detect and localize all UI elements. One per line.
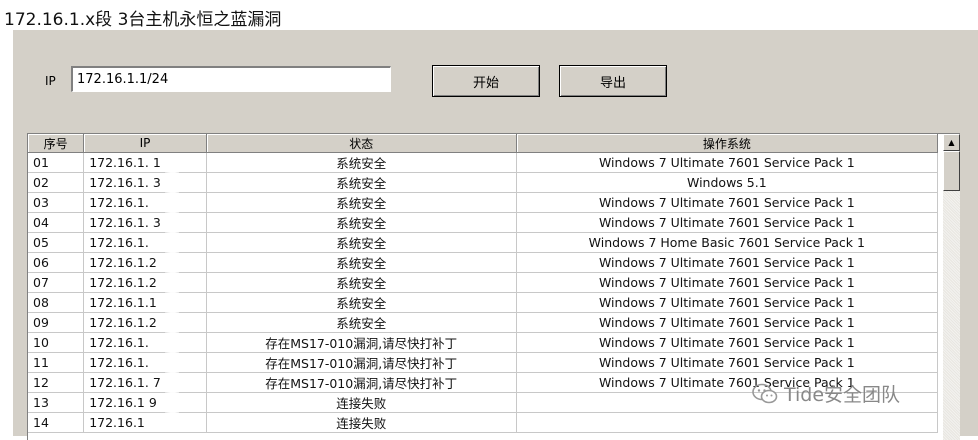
vertical-scrollbar[interactable]: ▲ [943,134,960,440]
cell-os [516,412,939,433]
cell-os: Windows 7 Ultimate 7601 Service Pack 1 [516,212,939,233]
cell-os: Windows 5.1 [516,172,939,193]
start-button[interactable]: 开始 [432,65,540,97]
cell-no: 14 [28,412,85,433]
cell-no: 08 [28,292,85,313]
cell-ip: 172.16.1 9 [83,392,207,413]
column-header-no[interactable]: 序号 [28,134,85,153]
page-title: 172.16.1.x段 3台主机永恒之蓝漏洞 [4,10,282,30]
cell-os: Windows 7 Ultimate 7601 Service Pack 1 [516,152,939,173]
cell-ip: 172.16.1 [83,412,207,433]
cell-status: 系统安全 [206,172,517,193]
cell-status: 系统安全 [206,272,517,293]
cell-os: Windows 7 Home Basic 7601 Service Pack 1 [516,232,939,253]
scroll-thumb[interactable] [943,151,960,191]
cell-status: 系统安全 [206,292,517,313]
cell-status: 系统安全 [206,312,517,333]
cell-no: 05 [28,232,85,253]
cell-no: 11 [28,352,85,373]
cell-os: Windows 7 Ultimate 7601 Service Pack 1 [516,252,939,273]
ip-label: IP [45,74,56,88]
cell-status: 系统安全 [206,192,517,213]
cell-status: 系统安全 [206,232,517,253]
cell-status: 连接失败 [206,412,517,433]
cell-ip: 172.16.1. 3 [83,172,207,193]
column-header-status[interactable]: 状态 [206,134,517,153]
cell-ip: 172.16.1. 3 [83,212,207,233]
cell-status: 存在MS17-010漏洞,请尽快打补丁 [206,332,517,353]
cell-no: 09 [28,312,85,333]
cell-os: Windows 7 Ultimate 7601 Service Pack 1 [516,292,939,313]
cell-status: 存在MS17-010漏洞,请尽快打补丁 [206,352,517,373]
cell-ip: 172.16.1.1 [83,292,207,313]
cell-ip: 172.16.1.2 [83,252,207,273]
cell-no: 12 [28,372,85,393]
cell-os: Windows 7 Ultimate 7601 Service Pack 1 [516,332,939,353]
redaction-blur [165,156,179,416]
cell-status: 连接失败 [206,392,517,413]
cell-os: Windows 7 Ultimate 7601 Service Pack 1 [516,312,939,333]
column-header-ip[interactable]: IP [83,134,207,153]
cell-no: 04 [28,212,85,233]
cell-os: Windows 7 Ultimate 7601 Service Pack 1 [516,272,939,293]
cell-no: 10 [28,332,85,353]
cell-no: 02 [28,172,85,193]
scroll-up-icon[interactable]: ▲ [943,134,960,151]
cell-no: 06 [28,252,85,273]
scanner-window: IP 开始 导出 序号 IP 状态 操作系统 01172.16.1. 1系统安全… [13,30,978,440]
column-header-os[interactable]: 操作系统 [516,134,939,153]
wechat-icon [752,383,778,403]
cell-status: 系统安全 [206,152,517,173]
export-button[interactable]: 导出 [559,65,667,97]
cell-ip: 172.16.1. 7 [83,372,207,393]
cell-no: 07 [28,272,85,293]
cell-os: Windows 7 Ultimate 7601 Service Pack 1 [516,192,939,213]
cell-ip: 172.16.1. [83,352,207,373]
cell-no: 13 [28,392,85,413]
cell-ip: 172.16.1. 1 [83,152,207,173]
cell-no: 03 [28,192,85,213]
cell-ip: 172.16.1. [83,232,207,253]
watermark-text: Tide安全团队 [784,384,901,406]
watermark: Tide安全团队 [752,380,900,407]
ip-input[interactable] [71,66,391,92]
cell-ip: 172.16.1.2 [83,272,207,293]
cell-os: Windows 7 Ultimate 7601 Service Pack 1 [516,352,939,373]
cell-status: 系统安全 [206,252,517,273]
cell-status: 存在MS17-010漏洞,请尽快打补丁 [206,372,517,393]
cell-ip: 172.16.1. [83,192,207,213]
cell-ip: 172.16.1. [83,332,207,353]
cell-no: 01 [28,152,85,173]
cell-status: 系统安全 [206,212,517,233]
cell-ip: 172.16.1.2 [83,312,207,333]
